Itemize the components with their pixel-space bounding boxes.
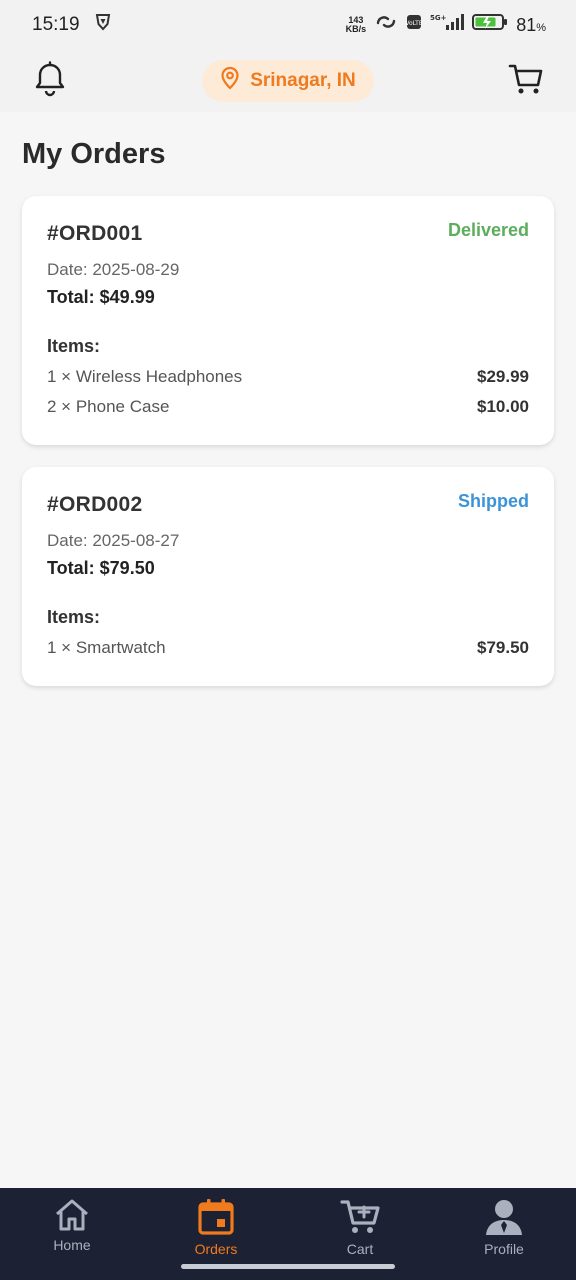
item-price: $10.00 [477, 397, 529, 416]
nav-home-label: Home [53, 1237, 91, 1253]
vpn-shield-icon [94, 13, 112, 37]
nav-profile-label: Profile [484, 1241, 524, 1257]
item-price: $29.99 [477, 367, 529, 386]
home-icon [53, 1198, 91, 1235]
order-item-row: 1 × Smartwatch $79.50 [47, 638, 529, 658]
item-name: 2 × Phone Case [47, 397, 170, 416]
order-status-badge: Delivered [447, 220, 529, 240]
items-label: Items: [47, 336, 101, 356]
items-label: Items: [47, 607, 101, 627]
order-id: #ORD001 [47, 222, 143, 245]
item-name: 1 × Wireless Headphones [47, 367, 243, 386]
order-total: Total: $79.50 [47, 558, 155, 578]
nav-home[interactable]: Home [17, 1198, 127, 1253]
svg-text:VoLTE: VoLTE [406, 20, 422, 27]
signal-icon: 5G+ [430, 13, 465, 37]
hotspot-icon [374, 13, 398, 37]
volte-icon: VoLTE [406, 13, 423, 37]
location-label: Srinagar, IN [250, 70, 356, 91]
battery-level: 81% [516, 14, 546, 35]
notifications-button[interactable] [30, 60, 70, 102]
order-total: Total: $49.99 [47, 287, 155, 307]
nav-cart-label: Cart [346, 1241, 374, 1257]
page-title: My Orders [22, 138, 166, 170]
net-speed: 143 KB/s [345, 15, 367, 34]
location-selector[interactable]: Srinagar, IN [202, 60, 374, 102]
home-indicator [181, 1264, 395, 1269]
order-status-badge: Shipped [458, 491, 529, 511]
location-pin-icon [220, 66, 240, 96]
nav-orders-label: Orders [194, 1241, 238, 1257]
bottom-nav: Home Orders Cart Profile [0, 1188, 576, 1280]
order-id: #ORD002 [47, 493, 143, 516]
order-date: Date: 2025-08-27 [47, 531, 180, 550]
item-name: 1 × Smartwatch [47, 638, 166, 657]
item-price: $79.50 [477, 638, 529, 657]
cart-icon [508, 62, 544, 101]
person-icon [484, 1198, 524, 1239]
status-time: 15:19 [32, 14, 80, 35]
nav-orders[interactable]: Orders [161, 1198, 271, 1257]
header-cart-button[interactable] [506, 61, 546, 101]
nav-cart[interactable]: Cart [305, 1198, 415, 1257]
nav-profile[interactable]: Profile [449, 1198, 559, 1257]
orders-list: #ORD001 Delivered Date: 2025-08-29 Total… [22, 196, 554, 708]
app-header: Srinagar, IN [0, 50, 576, 112]
bell-icon [34, 60, 66, 102]
calendar-icon [197, 1198, 235, 1239]
order-card[interactable]: #ORD001 Delivered Date: 2025-08-29 Total… [22, 196, 554, 445]
status-bar: 15:19 143 KB/s VoLTE 5G+ 81% [0, 0, 576, 50]
order-item-row: 2 × Phone Case $10.00 [47, 397, 529, 417]
order-date: Date: 2025-08-29 [47, 260, 180, 279]
battery-icon [472, 13, 508, 37]
order-card[interactable]: #ORD002 Shipped Date: 2025-08-27 Total: … [22, 467, 554, 686]
cart-icon [340, 1198, 380, 1239]
svg-text:5G+: 5G+ [430, 14, 447, 22]
order-item-row: 1 × Wireless Headphones $29.99 [47, 367, 529, 387]
